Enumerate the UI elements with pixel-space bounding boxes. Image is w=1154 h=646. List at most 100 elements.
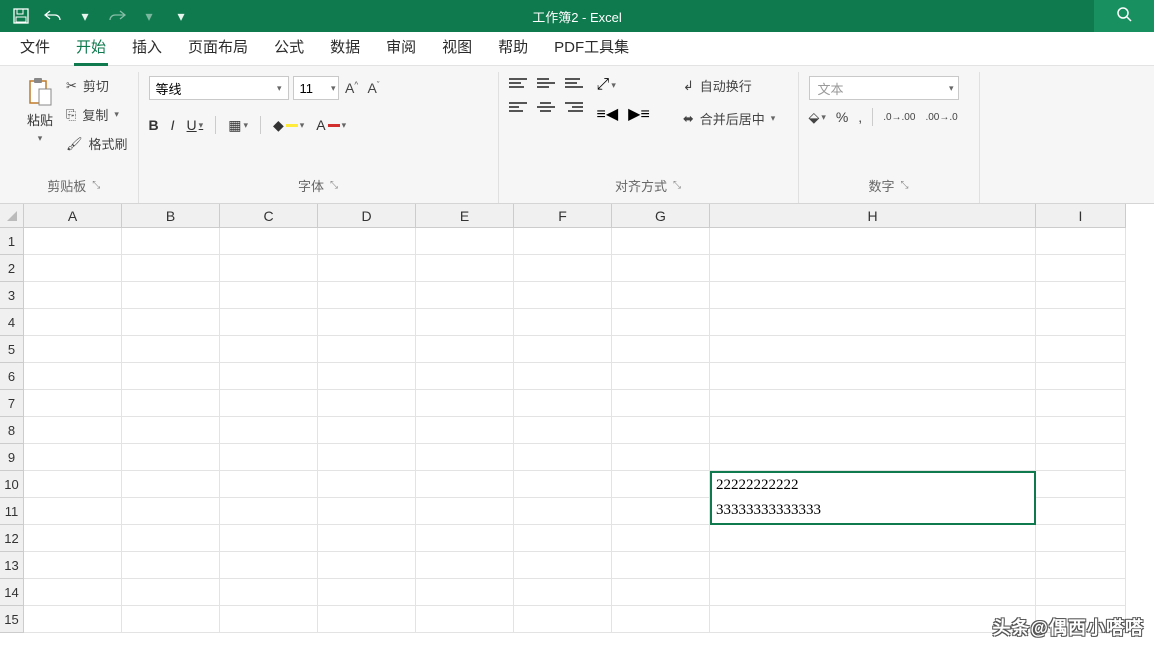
- cell-E5[interactable]: [416, 336, 514, 363]
- cell-H8[interactable]: [710, 417, 1036, 444]
- cell-E1[interactable]: [416, 228, 514, 255]
- cell-A4[interactable]: [24, 309, 122, 336]
- cell-A2[interactable]: [24, 255, 122, 282]
- cell-D9[interactable]: [318, 444, 416, 471]
- cell-B2[interactable]: [122, 255, 220, 282]
- cell-B14[interactable]: [122, 579, 220, 606]
- tab-formulas[interactable]: 公式: [272, 30, 306, 65]
- cell-G2[interactable]: [612, 255, 710, 282]
- column-header-B[interactable]: B: [122, 204, 220, 228]
- cell-D10[interactable]: [318, 471, 416, 498]
- cell-D14[interactable]: [318, 579, 416, 606]
- cell-G9[interactable]: [612, 444, 710, 471]
- cell-H12[interactable]: [710, 525, 1036, 552]
- redo-dropdown-icon[interactable]: ▾: [140, 7, 158, 25]
- column-header-H[interactable]: H: [710, 204, 1036, 228]
- cell-B5[interactable]: [122, 336, 220, 363]
- save-icon[interactable]: [12, 7, 30, 25]
- cell-C8[interactable]: [220, 417, 318, 444]
- cell-H7[interactable]: [710, 390, 1036, 417]
- cell-G7[interactable]: [612, 390, 710, 417]
- cell-C3[interactable]: [220, 282, 318, 309]
- increase-decimal-button[interactable]: .0→.00: [883, 112, 915, 123]
- align-right-button[interactable]: [565, 100, 583, 114]
- font-color-button[interactable]: A▾: [316, 117, 346, 133]
- cell-G11[interactable]: [612, 498, 710, 525]
- cell-F12[interactable]: [514, 525, 612, 552]
- paste-button[interactable]: 粘贴 ▾: [20, 74, 60, 144]
- cell-B15[interactable]: [122, 606, 220, 633]
- cell-H11[interactable]: 33333333333333: [710, 498, 1036, 525]
- cell-B9[interactable]: [122, 444, 220, 471]
- cell-C13[interactable]: [220, 552, 318, 579]
- dialog-launcher-icon[interactable]: ⤡: [673, 180, 681, 191]
- cell-B3[interactable]: [122, 282, 220, 309]
- cell-E14[interactable]: [416, 579, 514, 606]
- cell-G1[interactable]: [612, 228, 710, 255]
- cell-C10[interactable]: [220, 471, 318, 498]
- font-name-select[interactable]: 等线▾: [149, 76, 289, 100]
- cell-D13[interactable]: [318, 552, 416, 579]
- increase-indent-button[interactable]: ▶≡: [628, 104, 650, 124]
- cell-F9[interactable]: [514, 444, 612, 471]
- cell-C7[interactable]: [220, 390, 318, 417]
- cell-F14[interactable]: [514, 579, 612, 606]
- cell-A3[interactable]: [24, 282, 122, 309]
- cell-I3[interactable]: [1036, 282, 1126, 309]
- dialog-launcher-icon[interactable]: ⤡: [901, 180, 909, 191]
- redo-icon[interactable]: [108, 7, 126, 25]
- cut-button[interactable]: ✂剪切: [66, 76, 128, 95]
- cell-E15[interactable]: [416, 606, 514, 633]
- align-left-button[interactable]: [509, 100, 527, 114]
- cell-A11[interactable]: [24, 498, 122, 525]
- cell-I5[interactable]: [1036, 336, 1126, 363]
- row-header-13[interactable]: 13: [0, 552, 24, 579]
- column-header-C[interactable]: C: [220, 204, 318, 228]
- underline-button[interactable]: U▾: [187, 117, 204, 133]
- tab-home[interactable]: 开始: [74, 30, 108, 65]
- cell-H5[interactable]: [710, 336, 1036, 363]
- cell-B7[interactable]: [122, 390, 220, 417]
- column-header-I[interactable]: I: [1036, 204, 1126, 228]
- tab-file[interactable]: 文件: [18, 30, 52, 65]
- row-header-3[interactable]: 3: [0, 282, 24, 309]
- row-header-1[interactable]: 1: [0, 228, 24, 255]
- cell-B11[interactable]: [122, 498, 220, 525]
- cell-A8[interactable]: [24, 417, 122, 444]
- cell-D8[interactable]: [318, 417, 416, 444]
- tab-data[interactable]: 数据: [328, 30, 362, 65]
- cell-A7[interactable]: [24, 390, 122, 417]
- row-header-8[interactable]: 8: [0, 417, 24, 444]
- decrease-indent-button[interactable]: ≡◀: [597, 104, 619, 124]
- comma-button[interactable]: ,: [858, 109, 862, 125]
- cell-H4[interactable]: [710, 309, 1036, 336]
- cell-F7[interactable]: [514, 390, 612, 417]
- tab-insert[interactable]: 插入: [130, 30, 164, 65]
- cell-H6[interactable]: [710, 363, 1036, 390]
- cell-F10[interactable]: [514, 471, 612, 498]
- cell-H15[interactable]: [710, 606, 1036, 633]
- cell-C6[interactable]: [220, 363, 318, 390]
- cell-E8[interactable]: [416, 417, 514, 444]
- cell-C14[interactable]: [220, 579, 318, 606]
- cell-E6[interactable]: [416, 363, 514, 390]
- column-header-A[interactable]: A: [24, 204, 122, 228]
- cell-B10[interactable]: [122, 471, 220, 498]
- row-header-2[interactable]: 2: [0, 255, 24, 282]
- tab-review[interactable]: 审阅: [384, 30, 418, 65]
- select-all-corner[interactable]: [0, 204, 24, 228]
- cell-A14[interactable]: [24, 579, 122, 606]
- align-bottom-button[interactable]: [565, 76, 583, 90]
- undo-dropdown-icon[interactable]: ▾: [76, 7, 94, 25]
- cell-G14[interactable]: [612, 579, 710, 606]
- cell-C12[interactable]: [220, 525, 318, 552]
- cell-D1[interactable]: [318, 228, 416, 255]
- cell-I12[interactable]: [1036, 525, 1126, 552]
- cell-F15[interactable]: [514, 606, 612, 633]
- cell-H3[interactable]: [710, 282, 1036, 309]
- cell-F6[interactable]: [514, 363, 612, 390]
- tab-view[interactable]: 视图: [440, 30, 474, 65]
- row-header-15[interactable]: 15: [0, 606, 24, 633]
- fill-color-button[interactable]: ◆▾: [273, 117, 304, 134]
- cell-I8[interactable]: [1036, 417, 1126, 444]
